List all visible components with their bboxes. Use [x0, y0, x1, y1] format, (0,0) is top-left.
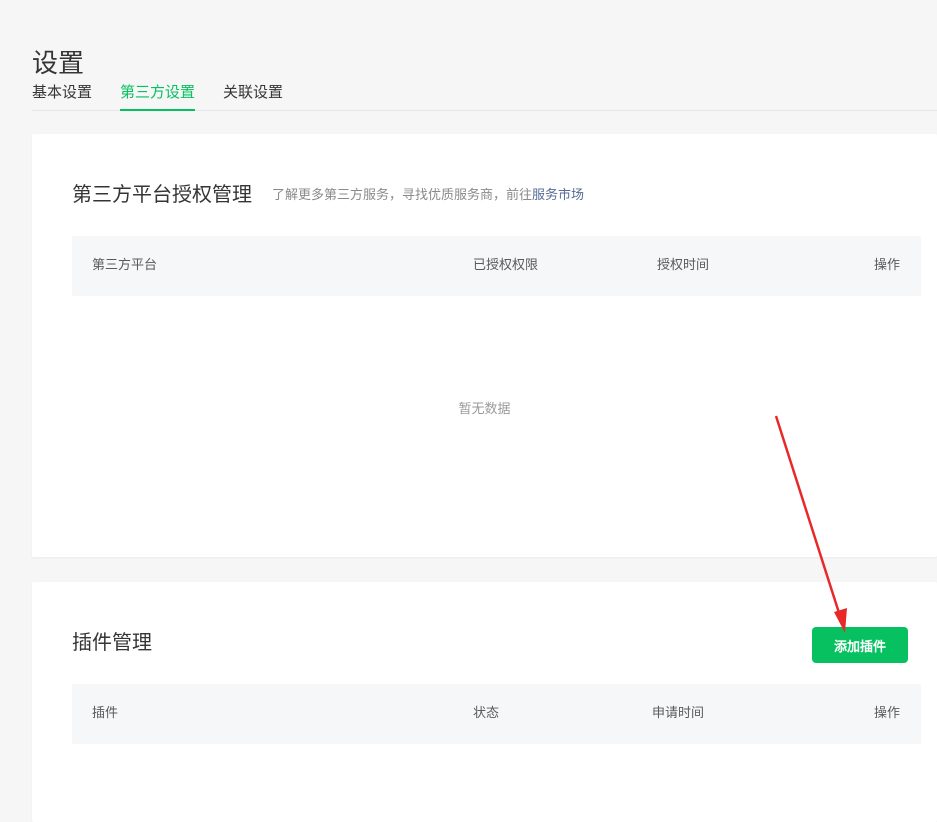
- settings-tabs: 基本设置 第三方设置 关联设置: [32, 80, 937, 111]
- plugin-management-card: 插件管理 添加插件 插件 状态 申请时间 操作: [32, 582, 937, 822]
- column-third-party-platform: 第三方平台: [92, 258, 158, 273]
- auth-description-text: 了解更多第三方服务，寻找优质服务商，前往: [272, 188, 533, 203]
- column-actions: 操作: [874, 258, 901, 273]
- column-authorized-permissions: 已授权权限: [473, 258, 539, 273]
- page-title: 设置: [32, 49, 85, 80]
- column-authorized-time: 授权时间: [657, 258, 710, 273]
- tab-third-party-settings[interactable]: 第三方设置: [120, 80, 196, 111]
- auth-section-title: 第三方平台授权管理: [72, 182, 252, 206]
- service-market-link[interactable]: 服务市场: [532, 188, 584, 203]
- tab-linked-settings[interactable]: 关联设置: [223, 80, 283, 109]
- auth-table-header: 第三方平台 已授权权限 授权时间 操作: [72, 236, 921, 296]
- auth-management-card: 第三方平台授权管理 了解更多第三方服务，寻找优质服务商，前往服务市场 第三方平台…: [32, 134, 937, 557]
- column-status: 状态: [473, 706, 500, 721]
- tab-basic-settings[interactable]: 基本设置: [32, 80, 92, 109]
- add-plugin-button[interactable]: 添加插件: [812, 627, 908, 663]
- auth-section-description: 了解更多第三方服务，寻找优质服务商，前往服务市场: [272, 184, 584, 203]
- column-plugin: 插件: [92, 706, 119, 721]
- empty-state-text: 暂无数据: [458, 402, 511, 417]
- column-plugin-actions: 操作: [874, 706, 901, 721]
- column-apply-time: 申请时间: [652, 706, 705, 721]
- plugin-table-header: 插件 状态 申请时间 操作: [72, 684, 921, 744]
- plugin-section-title: 插件管理: [72, 630, 152, 654]
